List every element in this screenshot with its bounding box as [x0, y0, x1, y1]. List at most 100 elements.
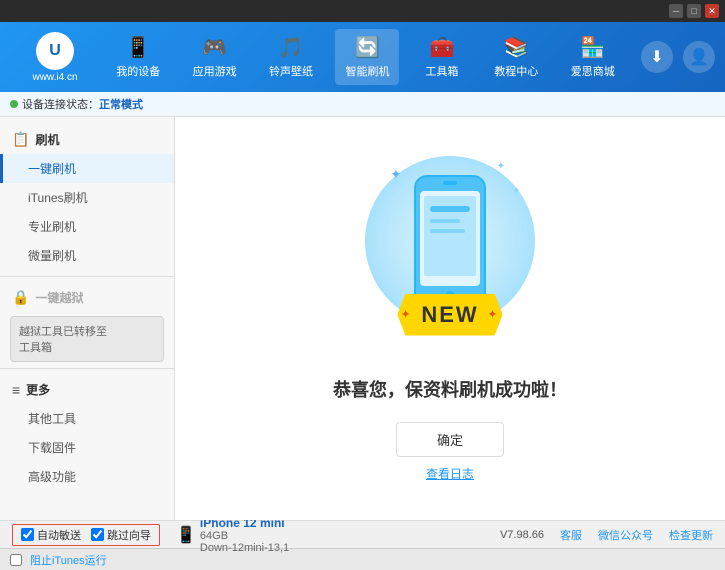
support-link[interactable]: 客服 [560, 527, 582, 543]
nav-items: 📱 我的设备 🎮 应用游戏 🎵 铃声壁纸 🔄 智能刷机 🧰 工具箱 📚 教程中心… [100, 29, 631, 85]
logo-area[interactable]: U www.i4.cn [10, 32, 100, 83]
nav-item-wallpaper[interactable]: 🎵 铃声壁纸 [259, 29, 323, 85]
checkbox-group: 自动敏送 跳过向导 [12, 524, 160, 546]
confirm-button[interactable]: 确定 [396, 422, 504, 457]
sidebar-item-other-tools[interactable]: 其他工具 [0, 404, 174, 433]
itunes-label[interactable]: 阻止iTunes运行 [30, 552, 107, 568]
sidebar-divider-2 [0, 368, 174, 369]
sparkle-3: ✦ [513, 186, 520, 195]
sidebar-divider-1 [0, 276, 174, 277]
auto-send-checkbox[interactable] [21, 528, 34, 541]
nav-label-app-game: 应用游戏 [193, 63, 237, 79]
user-btn[interactable]: 👤 [683, 41, 715, 73]
connection-value: 正常模式 [99, 96, 143, 112]
sidebar-item-download-firmware[interactable]: 下载固件 [0, 433, 174, 462]
micro-flash-label: 微量刷机 [28, 249, 76, 263]
auto-send-checkbox-label[interactable]: 自动敏送 [21, 527, 81, 543]
sidebar-item-advanced[interactable]: 高级功能 [0, 462, 174, 491]
skip-wizard-label: 跳过向导 [107, 527, 151, 543]
itunes-block-checkbox[interactable] [10, 554, 22, 566]
logo-text: www.i4.cn [32, 72, 77, 83]
device-storage: 64GB [200, 530, 289, 542]
device-phone-icon: 📱 [176, 525, 196, 545]
more-section-title: 更多 [26, 381, 50, 398]
connection-label: 设备连接状态： [22, 96, 99, 112]
flash-icon: 🔄 [355, 35, 380, 60]
nav-item-shop[interactable]: 🏪 爱思商城 [561, 29, 625, 85]
main-container: 📋 刷机 一键刷机 iTunes刷机 专业刷机 微量刷机 🔒 一键越狱 越狱工具… [0, 117, 725, 520]
status-left: 自动敏送 跳过向导 📱 iPhone 12 mini 64GB Down-12m… [12, 516, 289, 554]
tutorial-icon: 📚 [504, 35, 529, 60]
sidebar-section-flash: 📋 刷机 [0, 125, 174, 154]
logo-circle: U [36, 32, 74, 70]
nav-item-app-game[interactable]: 🎮 应用游戏 [183, 29, 247, 85]
wallpaper-icon: 🎵 [279, 35, 304, 60]
jailbreak-notice: 越狱工具已转移至工具箱 [10, 316, 164, 362]
sidebar-item-micro-flash[interactable]: 微量刷机 [0, 241, 174, 270]
header-right: ⬇ 👤 [641, 41, 715, 73]
nav-label-my-device: 我的设备 [116, 63, 160, 79]
success-message: 恭喜您，保资料刷机成功啦！ [333, 376, 567, 402]
content-area: ✦ ✦ ✦ [175, 117, 725, 520]
flash-section-icon: 📋 [12, 131, 29, 148]
connection-status-bar: 设备连接状态： 正常模式 [0, 92, 725, 117]
device-model: Down-12mini-13,1 [200, 542, 289, 554]
sparkle-2: ✦ [497, 161, 505, 172]
browse-log-link[interactable]: 查看日志 [426, 465, 474, 482]
phone-svg-wrap [410, 171, 490, 314]
sidebar-item-one-click-flash[interactable]: 一键刷机 [0, 154, 174, 183]
jailbreak-notice-text: 越狱工具已转移至工具箱 [19, 326, 107, 354]
toolbox-icon: 🧰 [429, 35, 454, 60]
nav-item-toolbox[interactable]: 🧰 工具箱 [412, 29, 472, 85]
nav-label-shop: 爱思商城 [571, 63, 615, 79]
status-bar: 自动敏送 跳过向导 📱 iPhone 12 mini 64GB Down-12m… [0, 520, 725, 548]
check-update-link[interactable]: 检查更新 [669, 527, 713, 543]
app-icon: 🎮 [202, 35, 227, 60]
new-ribbon: NEW [397, 294, 502, 336]
nav-item-smart-flash[interactable]: 🔄 智能刷机 [335, 29, 399, 85]
sidebar-section-jailbreak: 🔒 一键越狱 [0, 283, 174, 312]
skip-wizard-checkbox-label[interactable]: 跳过向导 [91, 527, 151, 543]
status-right: V7.98.66 客服 微信公众号 检查更新 [500, 527, 713, 543]
wechat-link[interactable]: 微信公众号 [598, 527, 653, 543]
nav-label-smart-flash: 智能刷机 [345, 63, 389, 79]
more-section-icon: ≡ [12, 382, 20, 398]
header: U www.i4.cn 📱 我的设备 🎮 应用游戏 🎵 铃声壁纸 🔄 智能刷机 … [0, 22, 725, 92]
sparkle-1: ✦ [390, 166, 402, 183]
lock-icon: 🔒 [12, 289, 29, 306]
nav-label-toolbox: 工具箱 [425, 63, 458, 79]
close-button[interactable]: ✕ [705, 4, 719, 18]
minimize-button[interactable]: ─ [669, 4, 683, 18]
skip-wizard-checkbox[interactable] [91, 528, 104, 541]
sidebar: 📋 刷机 一键刷机 iTunes刷机 专业刷机 微量刷机 🔒 一键越狱 越狱工具… [0, 117, 175, 520]
shop-icon: 🏪 [580, 35, 605, 60]
nav-item-tutorial[interactable]: 📚 教程中心 [484, 29, 548, 85]
device-info: 📱 iPhone 12 mini 64GB Down-12mini-13,1 [176, 516, 289, 554]
device-details: iPhone 12 mini 64GB Down-12mini-13,1 [200, 516, 289, 554]
sidebar-item-pro-flash[interactable]: 专业刷机 [0, 212, 174, 241]
jailbreak-section-title: 一键越狱 [35, 289, 83, 306]
logo-symbol: U [49, 42, 61, 60]
flash-section-title: 刷机 [35, 131, 59, 148]
title-bar: ─ □ ✕ [0, 0, 725, 22]
sidebar-section-more: ≡ 更多 [0, 375, 174, 404]
nav-item-my-device[interactable]: 📱 我的设备 [106, 29, 170, 85]
other-tools-label: 其他工具 [28, 412, 76, 426]
device-icon: 📱 [126, 35, 151, 60]
connection-dot [10, 100, 18, 108]
sidebar-item-itunes-flash[interactable]: iTunes刷机 [0, 183, 174, 212]
advanced-label: 高级功能 [28, 470, 76, 484]
phone-container: ✦ ✦ ✦ [360, 156, 540, 356]
nav-label-tutorial: 教程中心 [494, 63, 538, 79]
success-illustration: ✦ ✦ ✦ [360, 156, 540, 356]
itunes-flash-label: iTunes刷机 [28, 191, 88, 205]
version-label: V7.98.66 [500, 529, 544, 541]
nav-label-wallpaper: 铃声壁纸 [269, 63, 313, 79]
auto-send-label: 自动敏送 [37, 527, 81, 543]
pro-flash-label: 专业刷机 [28, 220, 76, 234]
restore-button[interactable]: □ [687, 4, 701, 18]
one-click-flash-label: 一键刷机 [28, 162, 76, 176]
download-btn[interactable]: ⬇ [641, 41, 673, 73]
new-banner: NEW [397, 294, 502, 336]
download-firmware-label: 下载固件 [28, 441, 76, 455]
